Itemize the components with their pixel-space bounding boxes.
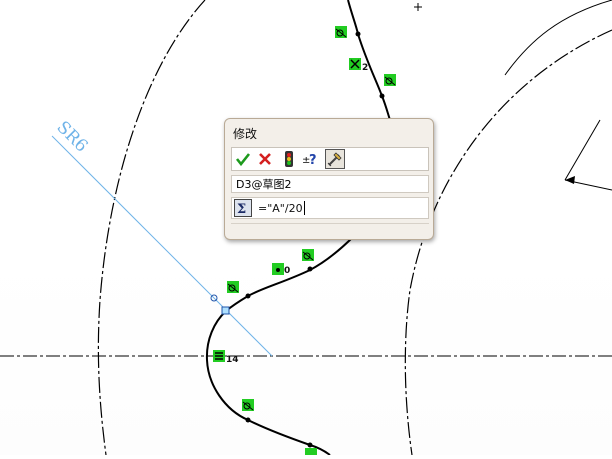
parameter-name-field: D3@草图2 [231, 175, 429, 193]
right-construction-arc[interactable] [404, 29, 612, 456]
tangent-relation-icon[interactable] [302, 249, 314, 261]
x-icon [259, 153, 271, 165]
relation-icon-partial[interactable] [305, 448, 317, 455]
spline-point[interactable] [307, 442, 313, 448]
leader-line[interactable] [564, 119, 601, 181]
check-icon [235, 153, 251, 167]
equation-button[interactable]: Σ [234, 199, 252, 217]
mark-for-drawing-button[interactable] [325, 149, 345, 169]
regenerate-button[interactable] [280, 150, 298, 168]
plus-minus-question-icon: ± ? [302, 153, 317, 167]
tangent-relation-icon[interactable] [384, 74, 396, 86]
dialog-footer [231, 223, 429, 230]
spline-point[interactable] [245, 417, 251, 423]
svg-text:?: ? [309, 153, 317, 167]
spline-point[interactable] [379, 93, 385, 99]
relation-number: 0 [284, 266, 290, 276]
selected-point-handle[interactable] [221, 306, 230, 315]
svg-text:Σ: Σ [237, 202, 246, 215]
tangent-relation-icon[interactable] [242, 399, 254, 411]
tangent-relation-icon[interactable] [227, 281, 239, 293]
sigma-icon: Σ [237, 202, 246, 215]
tangent-relation-icon[interactable] [335, 26, 347, 38]
spline-point[interactable] [307, 266, 313, 272]
equal-relation-icon[interactable] [213, 350, 225, 362]
reverse-sense-button[interactable]: ± ? [302, 150, 320, 168]
coincident-relation-icon[interactable] [349, 58, 361, 70]
value-row: Σ [231, 197, 429, 219]
relation-number: 2 [362, 63, 368, 73]
spline-point[interactable] [245, 293, 251, 299]
ok-button[interactable] [234, 150, 252, 168]
modify-dialog[interactable]: 修改 ± ? D3@草图2 Σ ="A"/20 [224, 118, 434, 240]
left-construction-arc[interactable] [97, 0, 206, 456]
fix-relation-icon[interactable] [272, 263, 284, 275]
spline-point[interactable] [355, 31, 361, 37]
cancel-button[interactable] [256, 150, 274, 168]
relation-number: 14 [226, 355, 239, 365]
rebuild-marker-icon [327, 152, 342, 167]
traffic-light-icon [285, 151, 293, 167]
radius-dimension-label[interactable]: SR6 [52, 117, 91, 156]
value-input[interactable] [258, 199, 424, 217]
text-caret [304, 201, 305, 215]
dialog-toolbar: ± ? [231, 147, 429, 171]
dialog-title: 修改 [233, 127, 258, 141]
far-right-arc[interactable] [504, 0, 612, 76]
